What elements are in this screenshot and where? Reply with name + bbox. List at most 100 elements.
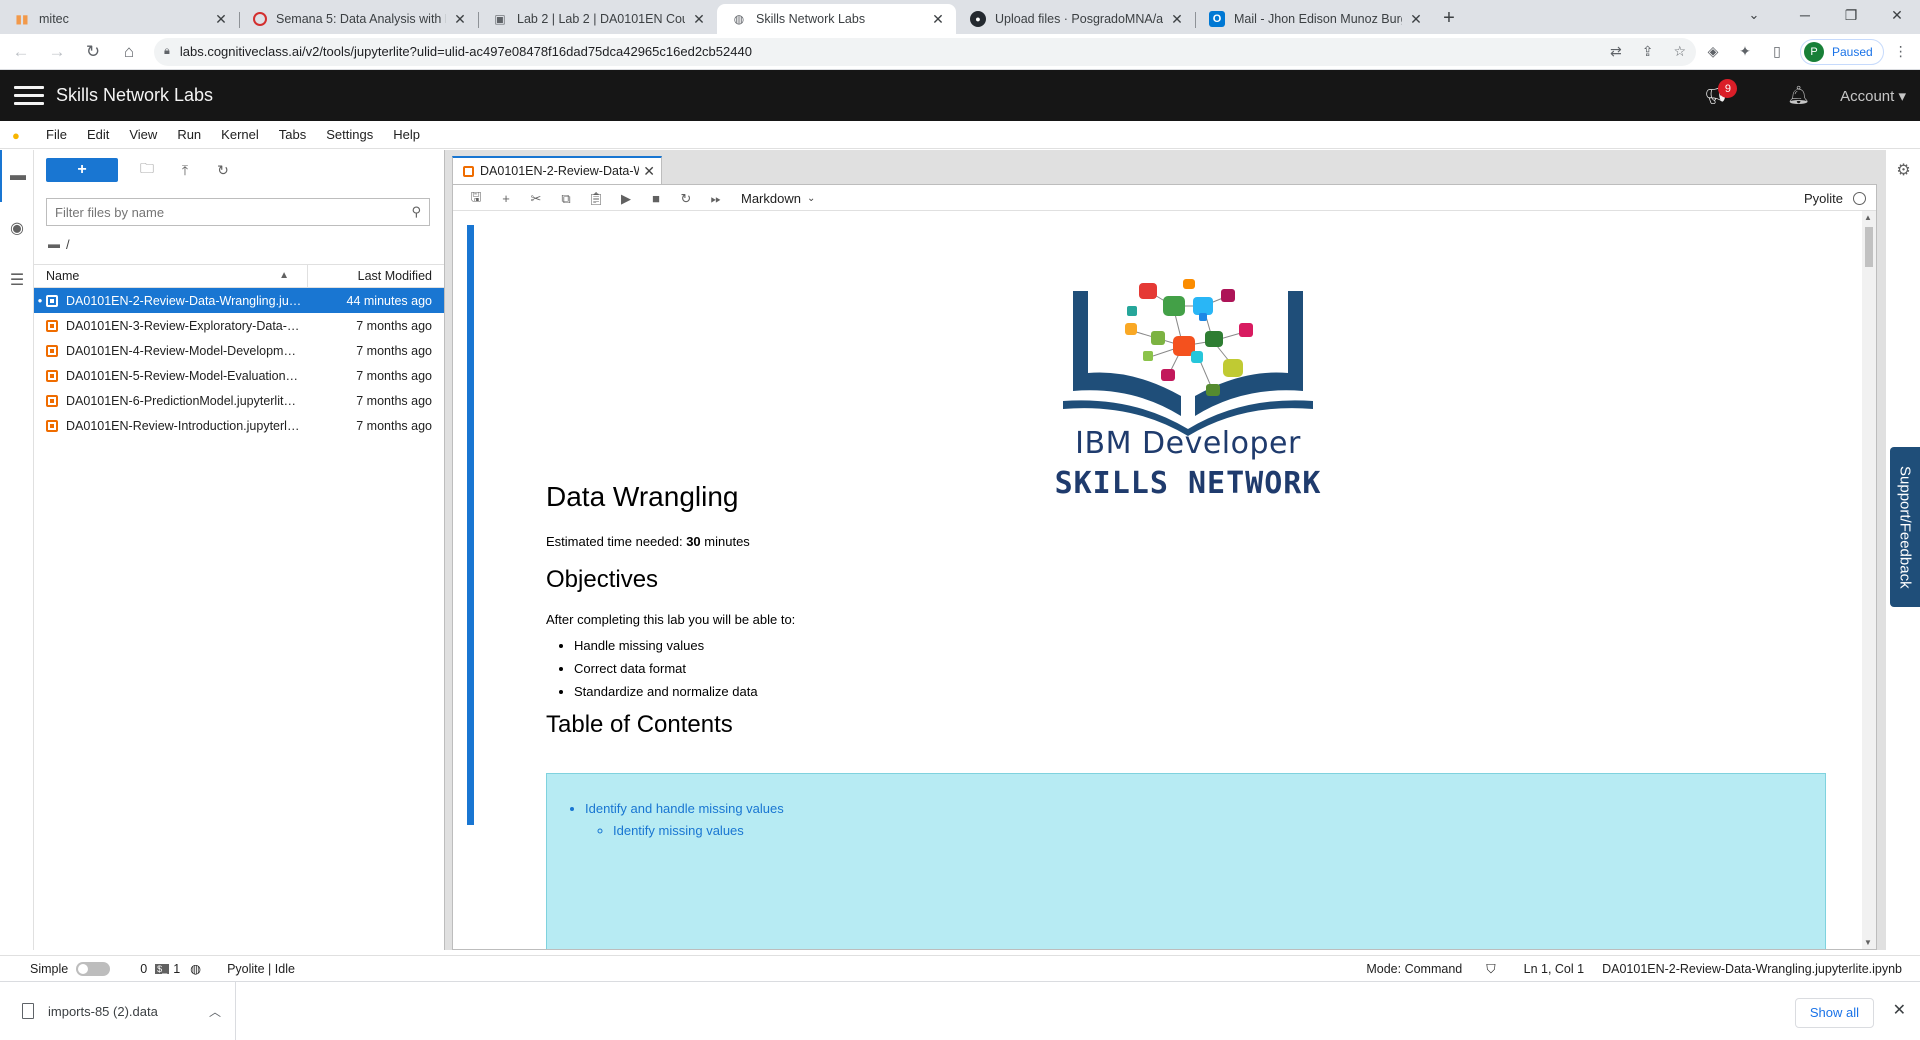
file-row[interactable]: DA0101EN-4-Review-Model-Development.jupy…: [34, 338, 444, 363]
column-header-modified[interactable]: Last Modified: [308, 269, 444, 283]
file-row[interactable]: DA0101EN-3-Review-Exploratory-Data-Analy…: [34, 313, 444, 338]
scroll-down-icon[interactable]: ▼: [1864, 938, 1872, 947]
new-folder-icon[interactable]: 🗀︎: [130, 158, 164, 182]
tab-close-icon[interactable]: ✕: [691, 11, 707, 28]
back-icon[interactable]: ←: [6, 37, 36, 67]
browser-tab[interactable]: ▣ Lab 2 | Lab 2 | DA0101EN Course ✕: [478, 4, 717, 34]
simple-mode-toggle[interactable]: Simple: [30, 961, 111, 976]
file-filter-field[interactable]: ⚲: [46, 198, 430, 226]
file-row[interactable]: ● DA0101EN-2-Review-Data-Wrangling.jupyte…: [34, 288, 444, 313]
brand-title[interactable]: Skills Network Labs: [56, 85, 213, 106]
file-filter-input[interactable]: [55, 204, 412, 220]
kernel-indicator[interactable]: Pyolite: [1804, 191, 1866, 206]
account-menu[interactable]: Account ▾: [1840, 87, 1906, 105]
bookmark-star-icon[interactable]: ☆: [1673, 43, 1686, 60]
tab-search-icon[interactable]: ⌄: [1734, 0, 1774, 30]
notebook-scrollbar[interactable]: ▲ ▼: [1862, 211, 1876, 949]
breadcrumb: ▬ /: [48, 234, 444, 254]
copy-icon[interactable]: ⧉: [551, 187, 581, 211]
menu-view[interactable]: View: [119, 121, 167, 149]
folder-icon[interactable]: ▬: [0, 150, 34, 202]
restore-icon[interactable]: ❐: [1828, 0, 1874, 30]
menu-run[interactable]: Run: [167, 121, 211, 149]
chevron-up-icon[interactable]: ︿: [209, 1003, 221, 1020]
extension-icon[interactable]: ◈: [1698, 37, 1728, 67]
run-all-icon[interactable]: ⏩︎: [701, 187, 731, 211]
jupyterlite-logo-icon: ●: [12, 127, 20, 143]
file-row[interactable]: DA0101EN-Review-Introduction.jupyterlite…: [34, 413, 444, 438]
tab-close-icon[interactable]: ✕: [213, 11, 229, 28]
lock-icon[interactable]: 🔒︎: [164, 45, 170, 58]
breadcrumb-path[interactable]: /: [66, 237, 70, 252]
refresh-icon[interactable]: ↻: [206, 158, 240, 182]
toc-link[interactable]: Identify and handle missing values: [585, 798, 1825, 820]
insert-cell-icon[interactable]: +: [491, 187, 521, 211]
tab-close-icon[interactable]: ✕: [1408, 11, 1424, 28]
close-window-icon[interactable]: ✕: [1874, 0, 1920, 30]
translate-icon[interactable]: ⇄: [1610, 43, 1622, 60]
column-header-name[interactable]: Name ▲: [34, 264, 308, 288]
active-cell-indicator[interactable]: [467, 225, 474, 825]
browser-tab[interactable]: ▮▮ mitec ✕: [0, 4, 239, 34]
property-inspector-gear-icon[interactable]: ⚙: [1886, 150, 1920, 190]
url-text[interactable]: labs.cognitiveclass.ai/v2/tools/jupyterl…: [180, 44, 1590, 59]
menu-help[interactable]: Help: [383, 121, 430, 149]
cell-type-select[interactable]: Markdown ⌄: [741, 191, 815, 206]
tab-close-icon[interactable]: ✕: [1169, 11, 1185, 28]
stop-icon[interactable]: ■: [641, 187, 671, 211]
download-item[interactable]: imports-85 (2).data ︿: [0, 981, 236, 1040]
browser-tab-active[interactable]: ◍ Skills Network Labs ✕: [717, 4, 956, 34]
run-icon[interactable]: ▶: [611, 187, 641, 211]
cut-icon[interactable]: ✂: [521, 187, 551, 211]
extensions-puzzle-icon[interactable]: ✦: [1730, 37, 1760, 67]
menu-kernel[interactable]: Kernel: [211, 121, 269, 149]
close-download-bar-icon[interactable]: ✕: [1893, 1000, 1906, 1020]
kernel-terminal-counts[interactable]: 0 $_ 1 ◍: [140, 961, 201, 977]
toc-link[interactable]: Identify missing values: [613, 820, 1825, 842]
new-launcher-button[interactable]: +: [46, 158, 118, 182]
table-of-contents-icon[interactable]: ☰: [0, 254, 34, 306]
browser-tab[interactable]: Semana 5: Data Analysis with Pyt ✕: [239, 4, 478, 34]
side-panel-icon[interactable]: ▯: [1762, 37, 1792, 67]
hamburger-menu-icon[interactable]: [14, 86, 44, 105]
menu-settings[interactable]: Settings: [316, 121, 383, 149]
cursor-position[interactable]: Ln 1, Col 1: [1524, 962, 1584, 976]
save-icon[interactable]: 🖫︎: [461, 187, 491, 211]
minimize-icon[interactable]: ─: [1782, 0, 1828, 30]
running-kernels-icon[interactable]: ◉: [0, 202, 34, 254]
forward-icon[interactable]: →: [42, 37, 72, 67]
close-tab-icon[interactable]: ✕: [643, 163, 655, 180]
profile-button[interactable]: P Paused: [1800, 38, 1884, 65]
file-modified: 7 months ago: [356, 343, 432, 358]
menu-tabs[interactable]: Tabs: [269, 121, 316, 149]
toggle-switch[interactable]: [76, 961, 111, 976]
tab-close-icon[interactable]: ✕: [930, 11, 946, 28]
home-icon[interactable]: ⌂: [114, 37, 144, 67]
browser-menu-icon[interactable]: ⋮: [1886, 37, 1916, 67]
scroll-up-icon[interactable]: ▲: [1864, 213, 1872, 222]
new-tab-icon[interactable]: +: [1434, 4, 1464, 34]
menu-file[interactable]: File: [36, 121, 77, 149]
upload-icon[interactable]: ⤒: [168, 158, 202, 182]
browser-tab[interactable]: ● Upload files · PosgradoMNA/acti ✕: [956, 4, 1195, 34]
bell-icon[interactable]: 🔔︎: [1787, 85, 1810, 106]
folder-icon[interactable]: ▬: [48, 237, 60, 251]
restart-icon[interactable]: ↻: [671, 187, 701, 211]
megaphone-icon[interactable]: 📢︎ 9: [1704, 79, 1738, 106]
support-feedback-button[interactable]: Support/Feedback: [1890, 447, 1920, 607]
file-row[interactable]: DA0101EN-6-PredictionModel.jupyterlite.i…: [34, 388, 444, 413]
menu-edit[interactable]: Edit: [77, 121, 119, 149]
tab-notebook[interactable]: DA0101EN-2-Review-Data-Wrangling.jupyter…: [452, 156, 662, 184]
kernel-status[interactable]: Pyolite | Idle: [227, 962, 295, 976]
address-bar[interactable]: 🔒︎ labs.cognitiveclass.ai/v2/tools/jupyt…: [154, 37, 1696, 66]
scrollbar-thumb[interactable]: [1865, 227, 1873, 267]
reload-icon[interactable]: ↻: [78, 37, 108, 67]
tab-close-icon[interactable]: ✕: [452, 11, 468, 28]
show-all-button[interactable]: Show all: [1794, 998, 1874, 1028]
file-row[interactable]: DA0101EN-5-Review-Model-Evaluation-and-R…: [34, 363, 444, 388]
browser-tab[interactable]: O Mail - Jhon Edison Munoz Burgo ✕: [1195, 4, 1434, 34]
trusted-shield-icon[interactable]: ⛉: [1486, 962, 1495, 977]
mode-indicator[interactable]: Mode: Command: [1366, 962, 1462, 976]
share-icon[interactable]: ⇪: [1642, 43, 1654, 60]
paste-icon[interactable]: 📋︎: [581, 187, 611, 211]
